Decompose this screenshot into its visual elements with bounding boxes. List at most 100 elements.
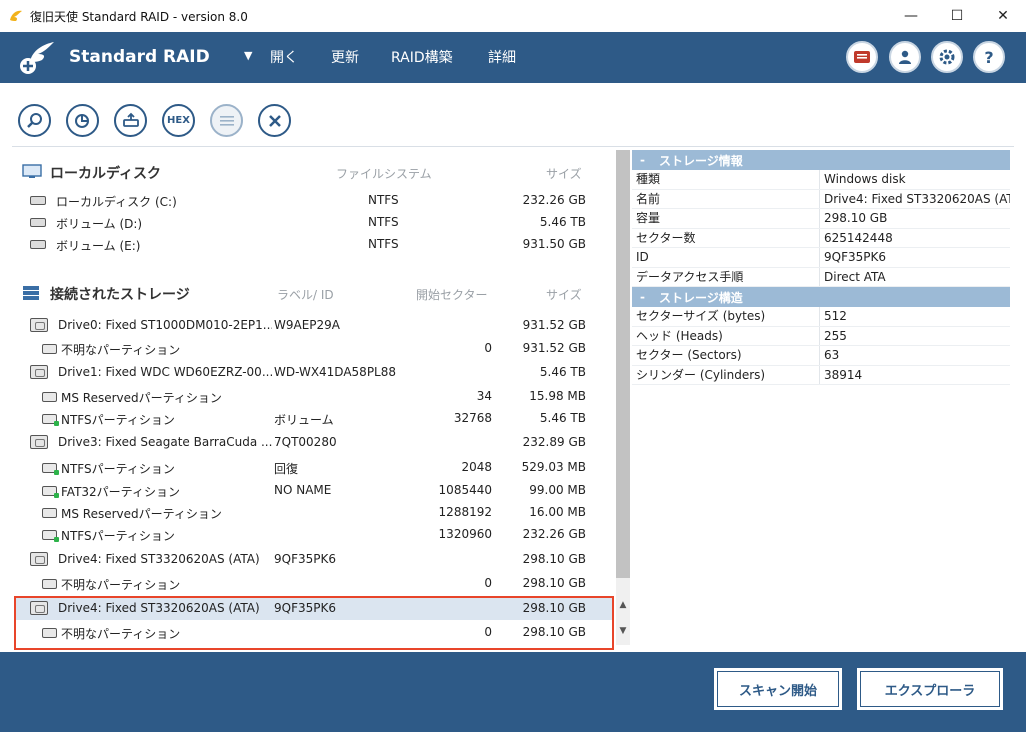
ntfs-partition-icon bbox=[42, 414, 59, 426]
property-value: 63 bbox=[824, 348, 840, 362]
properties-panel: - ストレージ情報 種類 Windows disk 名前 Drive4: Fixed… bbox=[632, 150, 1010, 385]
property-row: 名前 Drive4: Fixed ST3320620AS (ATA) bbox=[632, 189, 1010, 209]
menu-raid-build[interactable]: RAID構築 bbox=[391, 47, 453, 67]
drive-row[interactable]: Drive4: Fixed ST3320620AS (ATA) 9QF35PK6… bbox=[14, 548, 614, 570]
collapse-icon: - bbox=[640, 290, 645, 304]
drive-icon bbox=[30, 435, 48, 449]
help-button[interactable]: ? bbox=[973, 41, 1005, 73]
window-titlebar: 復旧天使 Standard RAID - version 8.0 — ☐ ✕ bbox=[0, 0, 1026, 32]
partition-row[interactable]: MS Reservedパーティション 34 15.98 MB bbox=[14, 385, 614, 407]
menu-refresh[interactable]: 更新 bbox=[331, 47, 359, 67]
property-value: 625142448 bbox=[824, 230, 893, 245]
drive-icon bbox=[30, 365, 48, 379]
drive-label: WD-WX41DA58PL88 bbox=[274, 365, 397, 379]
menu-detail[interactable]: 詳細 bbox=[488, 47, 516, 67]
settings-button[interactable] bbox=[931, 41, 963, 73]
partition-name: NTFSパーティション bbox=[61, 413, 175, 427]
partition-row[interactable]: NTFSパーティション ボリューム 32768 5.46 TB bbox=[14, 407, 614, 429]
partition-row[interactable]: NTFSパーティション 回復 2048 529.03 MB bbox=[14, 456, 614, 478]
account-button[interactable] bbox=[889, 41, 921, 73]
partition-row[interactable]: 不明なパーティション 0 298.10 GB bbox=[14, 572, 614, 594]
hex-icon: HEX bbox=[167, 115, 190, 126]
maximize-button[interactable]: ☐ bbox=[934, 0, 980, 32]
drive-row[interactable]: Drive0: Fixed ST1000DM010-2EP1... W9AEP2… bbox=[14, 314, 614, 336]
disk-size: 5.46 TB bbox=[539, 215, 586, 229]
property-key: シリンダー (Cylinders) bbox=[632, 365, 820, 384]
drive-row[interactable]: Drive3: Fixed Seagate BarraCuda ... 7QT0… bbox=[14, 431, 614, 453]
property-row: 容量 298.10 GB bbox=[632, 209, 1010, 229]
drive-list: ローカルディスク ファイルシステム サイズ ローカルディスク (C:) NTFS… bbox=[14, 150, 614, 650]
partition-label: NO NAME bbox=[274, 483, 332, 497]
property-row: ID 9QF35PK6 bbox=[632, 248, 1010, 268]
disk-fs: NTFS bbox=[368, 237, 399, 251]
scroll-down-icon[interactable]: ▼ bbox=[617, 626, 629, 640]
search-button[interactable] bbox=[18, 104, 51, 137]
drive-label: W9AEP29A bbox=[274, 318, 341, 332]
disk-fs: NTFS bbox=[368, 193, 399, 207]
local-disk-title: ローカルディスク bbox=[50, 166, 162, 182]
partition-row[interactable]: NTFSパーティション 1320960 232.26 GB bbox=[14, 523, 614, 545]
partition-start: 1288192 bbox=[438, 505, 492, 519]
storage-header: 接続されたストレージ ラベル/ ID 開始セクター サイズ bbox=[14, 282, 614, 304]
selection-highlight bbox=[14, 596, 614, 650]
drive-size: 298.10 GB bbox=[522, 552, 586, 566]
list-view-button[interactable] bbox=[210, 104, 243, 137]
partition-start: 34 bbox=[476, 389, 492, 403]
partition-size: 16.00 MB bbox=[529, 505, 586, 519]
partition-start: 0 bbox=[484, 341, 492, 355]
property-key: セクター数 bbox=[632, 228, 820, 247]
col-label-id: ラベル/ ID bbox=[277, 288, 334, 302]
toolbar: HEX bbox=[0, 83, 1026, 147]
scan-start-button[interactable]: スキャン開始 bbox=[714, 668, 842, 710]
partition-row[interactable]: FAT32パーティション NO NAME 1085440 99.00 MB bbox=[14, 479, 614, 501]
news-icon bbox=[854, 51, 870, 63]
col-size: サイズ bbox=[546, 288, 582, 302]
property-value: 9QF35PK6 bbox=[824, 250, 886, 264]
close-icon bbox=[268, 114, 281, 127]
analyze-button[interactable] bbox=[66, 104, 99, 137]
scroll-up-icon[interactable]: ▲ bbox=[617, 600, 629, 614]
hard-disk-icon bbox=[30, 196, 46, 205]
scroll-thumb[interactable] bbox=[616, 150, 630, 578]
menu-dropdown-icon[interactable]: ▼ bbox=[244, 49, 252, 62]
close-window-button[interactable]: ✕ bbox=[980, 0, 1026, 32]
partition-name: 不明なパーティション bbox=[61, 578, 181, 592]
storage-struct-header[interactable]: - ストレージ構造 bbox=[632, 287, 1010, 307]
partition-icon bbox=[42, 392, 57, 402]
local-disk-row[interactable]: ローカルディスク (C:) NTFS 232.26 GB bbox=[14, 189, 614, 211]
partition-name: FAT32パーティション bbox=[61, 485, 180, 499]
server-icon bbox=[23, 286, 39, 300]
property-key: ヘッド (Heads) bbox=[632, 326, 820, 345]
partition-icon bbox=[42, 508, 57, 518]
drive-row[interactable]: Drive1: Fixed WDC WD60EZRZ-00... WD-WX41… bbox=[14, 361, 614, 383]
partition-name: NTFSパーティション bbox=[61, 462, 175, 476]
local-disk-row[interactable]: ボリューム (D:) NTFS 5.46 TB bbox=[14, 211, 614, 233]
storage-info-header[interactable]: - ストレージ情報 bbox=[632, 150, 1010, 170]
brand-name: Standard RAID bbox=[69, 47, 210, 67]
disk-size: 232.26 GB bbox=[522, 193, 586, 207]
partition-start: 32768 bbox=[453, 411, 492, 425]
minimize-button[interactable]: — bbox=[888, 0, 934, 32]
menu-open[interactable]: 開く bbox=[270, 47, 298, 67]
drive-name: Drive4: Fixed ST3320620AS (ATA) bbox=[58, 552, 260, 566]
hard-disk-icon bbox=[30, 240, 46, 249]
hex-button[interactable]: HEX bbox=[162, 104, 195, 137]
disk-name: ローカルディスク (C:) bbox=[56, 195, 177, 209]
partition-row[interactable]: MS Reservedパーティション 1288192 16.00 MB bbox=[14, 501, 614, 523]
partition-size: 931.52 GB bbox=[522, 341, 586, 355]
local-disk-header: ローカルディスク ファイルシステム サイズ bbox=[14, 161, 614, 183]
property-key: セクターサイズ (bytes) bbox=[632, 307, 820, 326]
close-tool-button[interactable] bbox=[258, 104, 291, 137]
explorer-button[interactable]: エクスプローラ bbox=[857, 668, 1003, 710]
disk-fs: NTFS bbox=[368, 215, 399, 229]
property-row: セクターサイズ (bytes) 512 bbox=[632, 307, 1010, 327]
drive-name: Drive1: Fixed WDC WD60EZRZ-00... bbox=[58, 365, 272, 379]
drive-icon bbox=[30, 552, 48, 566]
ntfs-partition-icon bbox=[42, 530, 59, 542]
partition-row[interactable]: 不明なパーティション 0 931.52 GB bbox=[14, 337, 614, 359]
drive-size: 5.46 TB bbox=[539, 365, 586, 379]
news-button[interactable] bbox=[846, 41, 878, 73]
drive-label: 9QF35PK6 bbox=[274, 552, 336, 566]
image-button[interactable] bbox=[114, 104, 147, 137]
local-disk-row[interactable]: ボリューム (E:) NTFS 931.50 GB bbox=[14, 233, 614, 255]
